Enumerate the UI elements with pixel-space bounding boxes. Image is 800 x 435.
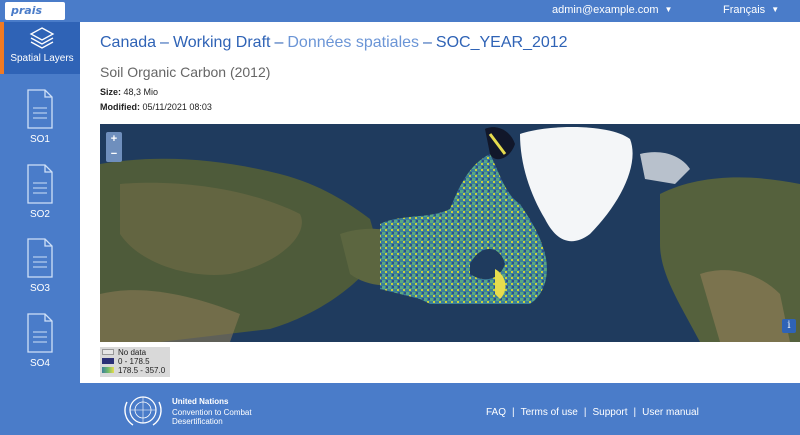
main-content: Canada – Working Draft – Données spatiales – S…: [80, 22, 800, 383]
document-icon: [27, 89, 53, 129]
zoom-in-button[interactable]: +: [106, 132, 122, 147]
sidebar-item-so4[interactable]: SO4: [0, 310, 80, 384]
satellite-basemap: [100, 124, 800, 342]
org-name: United Nations: [172, 397, 229, 406]
sidebar-item-label: SO4: [29, 358, 50, 369]
org-name-line2: Convention to Combat: [172, 408, 252, 417]
un-emblem-icon: [124, 396, 162, 426]
legend-swatch: [102, 349, 114, 355]
terms-link[interactable]: Terms of use: [521, 407, 578, 418]
legend-item: No data: [102, 348, 168, 357]
page-title: Soil Organic Carbon (2012): [100, 64, 271, 80]
sidebar-item-label: Spatial Layers: [10, 53, 74, 64]
chevron-down-icon: ▼: [771, 5, 780, 14]
legend-label: 0 - 178.5: [118, 357, 150, 366]
sidebar: Spatial Layers SO1 SO2 SO3 SO4: [0, 22, 80, 383]
language-menu[interactable]: Français ▼: [723, 4, 779, 16]
modified-info: Modified: 05/11/2021 08:03: [100, 102, 212, 112]
legend-item: 178.5 - 357.0: [102, 366, 168, 375]
breadcrumb-item-layer: SOC_YEAR_2012: [435, 34, 568, 51]
document-icon: [27, 313, 53, 353]
user-menu[interactable]: admin@example.com ▼: [552, 4, 672, 16]
map-view[interactable]: + − i: [100, 124, 800, 342]
document-icon: [27, 238, 53, 278]
sidebar-item-so3[interactable]: SO3: [0, 235, 80, 309]
legend-item: 0 - 178.5: [102, 357, 168, 366]
zoom-control: + −: [106, 132, 122, 162]
sidebar-item-spatial-layers[interactable]: Spatial Layers: [0, 22, 80, 74]
chevron-down-icon: ▼: [664, 5, 673, 14]
breadcrumb-separator: –: [160, 34, 169, 51]
legend-label: 178.5 - 357.0: [118, 366, 166, 375]
breadcrumb-item-spatial-data[interactable]: Données spatiales: [287, 34, 419, 51]
sidebar-item-so2[interactable]: SO2: [0, 161, 80, 235]
legend-swatch: [102, 367, 114, 373]
top-bar: prais admin@example.com ▼ Français ▼: [0, 0, 800, 22]
support-link[interactable]: Support: [592, 407, 627, 418]
legend-swatch: [102, 358, 114, 364]
link-separator: |: [583, 407, 587, 418]
language-menu-label: Français: [723, 4, 766, 16]
link-separator: |: [633, 407, 637, 418]
size-info: Size: 48,3 Mio: [100, 87, 158, 97]
map-legend: No data 0 - 178.5 178.5 - 357.0: [100, 347, 170, 377]
modified-value: 05/11/2021 08:03: [142, 102, 212, 112]
document-icon: [27, 164, 53, 204]
app-logo[interactable]: prais: [5, 2, 65, 20]
zoom-out-button[interactable]: −: [106, 147, 122, 162]
footer: United Nations Convention to Combat Dese…: [0, 383, 800, 435]
breadcrumb-separator: –: [274, 34, 284, 51]
org-name-line3: Desertification: [172, 417, 223, 426]
info-button[interactable]: i: [782, 319, 796, 333]
footer-links: FAQ | Terms of use | Support | User manual: [486, 407, 699, 418]
faq-link[interactable]: FAQ: [486, 407, 506, 418]
sidebar-item-label: SO2: [29, 209, 50, 220]
breadcrumb-separator: –: [423, 34, 432, 51]
user-menu-label: admin@example.com: [552, 4, 659, 16]
breadcrumb-item-country[interactable]: Canada: [100, 34, 156, 51]
link-separator: |: [512, 407, 515, 418]
modified-label: Modified:: [100, 102, 140, 112]
sidebar-item-label: SO3: [29, 283, 50, 294]
sidebar-item-label: SO1: [29, 134, 50, 145]
sidebar-item-so1[interactable]: SO1: [0, 86, 80, 160]
size-value: 48,3 Mio: [123, 87, 159, 97]
user-manual-link[interactable]: User manual: [642, 407, 699, 418]
size-label: Size:: [100, 87, 122, 97]
breadcrumb-item-draft[interactable]: Working Draft: [173, 34, 271, 51]
layers-icon: [29, 27, 55, 49]
legend-label: No data: [118, 348, 147, 357]
breadcrumb: Canada – Working Draft – Données spatiales – S…: [100, 34, 568, 52]
